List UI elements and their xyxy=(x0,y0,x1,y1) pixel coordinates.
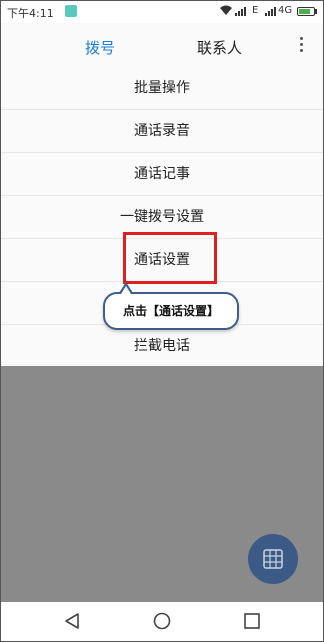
tab-contacts[interactable]: 联系人 xyxy=(197,37,242,58)
wifi-icon xyxy=(219,4,233,19)
menu-item-call-recording[interactable]: 通话录音 xyxy=(1,110,323,153)
recent-square-icon[interactable] xyxy=(243,612,261,634)
status-bar: 下午4:11 E 4G xyxy=(1,1,323,23)
notification-app-icon xyxy=(65,5,77,17)
more-vertical-icon[interactable] xyxy=(297,37,305,55)
network-type-label: 4G xyxy=(278,5,293,16)
menu-item-batch-operation[interactable]: 批量操作 xyxy=(1,67,323,110)
signal-icon xyxy=(235,5,249,19)
back-triangle-icon[interactable] xyxy=(63,612,81,634)
battery-tip xyxy=(315,9,317,14)
menu-item-call-blocking[interactable]: 拦截电话 xyxy=(1,325,323,368)
navigation-bar xyxy=(1,602,323,641)
menu-item-call-notes[interactable]: 通话记事 xyxy=(1,153,323,196)
callout-text: 点击【通话设置】 xyxy=(122,304,219,318)
network-type-label: E xyxy=(252,5,259,16)
phone-screen: 下午4:11 E 4G 拨号 联系人 批量操作 通话录音 通话记事 一键拨号设置… xyxy=(0,0,324,642)
home-circle-icon[interactable] xyxy=(153,612,171,634)
dialpad-fab[interactable] xyxy=(248,534,298,584)
dialpad-icon xyxy=(263,549,283,569)
tab-dial[interactable]: 拨号 xyxy=(85,37,115,58)
status-time: 下午4:11 xyxy=(7,7,54,20)
battery-level xyxy=(299,9,310,14)
signal-icon xyxy=(265,5,277,19)
battery-icon xyxy=(297,7,315,16)
callout-bubble: 点击【通话设置】 xyxy=(103,292,239,330)
callout-tail-inner xyxy=(121,286,131,294)
top-bar: 拨号 联系人 xyxy=(1,23,323,69)
highlight-box xyxy=(123,232,217,284)
